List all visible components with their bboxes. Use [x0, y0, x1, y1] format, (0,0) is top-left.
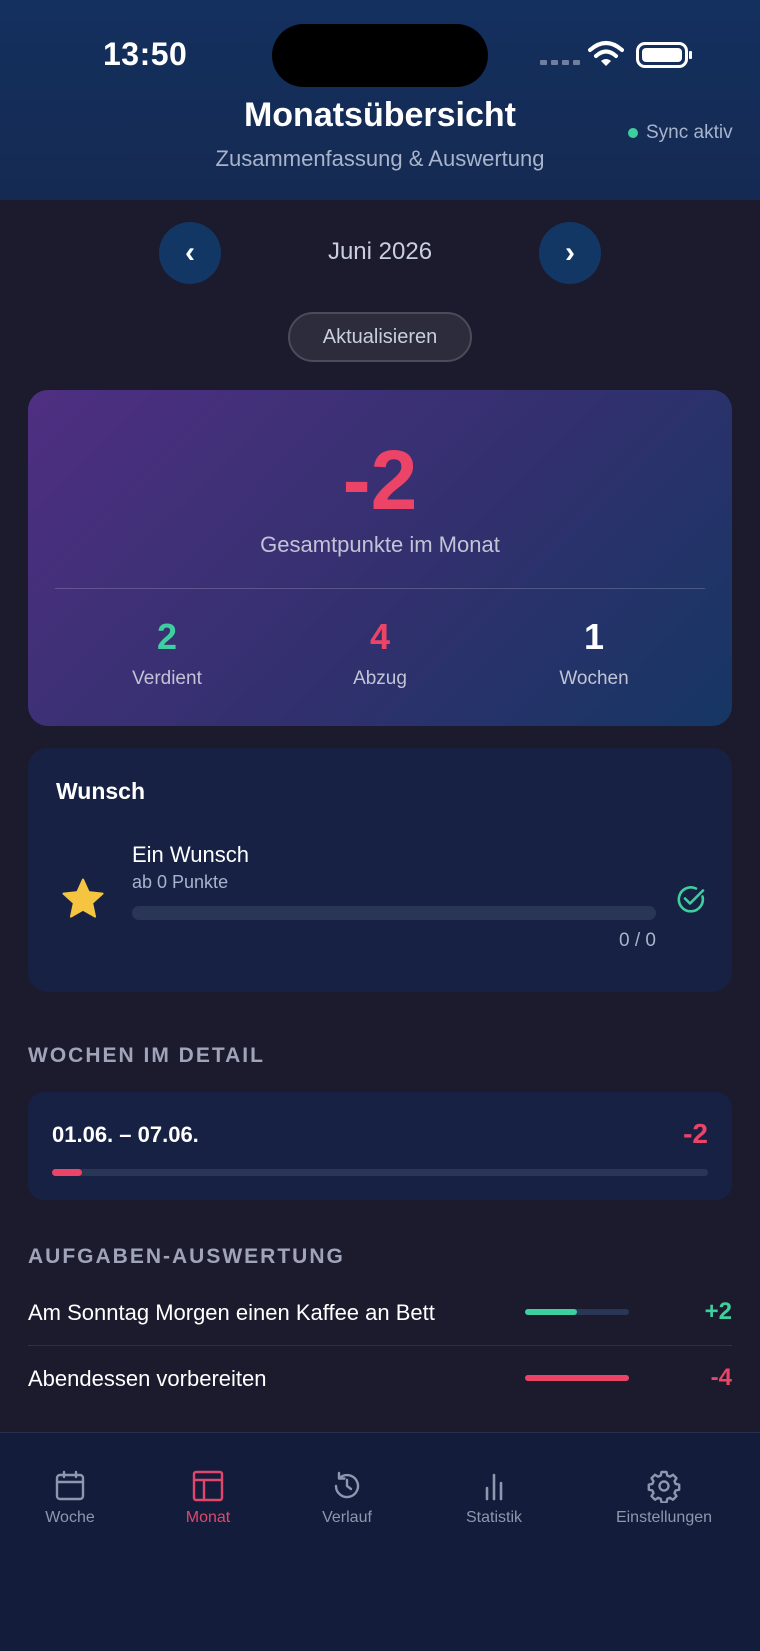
- calendar-icon: [55, 1470, 85, 1501]
- stat-earned-label: Verdient: [132, 668, 202, 689]
- cellular-signal-icon: [540, 60, 580, 65]
- task-row[interactable]: Am Sonntag Morgen einen Kaffee an Bett +…: [28, 1280, 732, 1346]
- gear-icon: [647, 1470, 681, 1503]
- wifi-icon: [588, 41, 624, 66]
- week-progress-fill: [52, 1169, 82, 1176]
- tab-einstellungen-label: Einstellungen: [615, 1509, 713, 1526]
- task-points: +2: [704, 1298, 732, 1325]
- sync-status: Sync aktiv: [628, 122, 733, 144]
- week-progress-bar: [52, 1169, 708, 1176]
- wish-threshold: ab 0 Punkte: [132, 872, 229, 892]
- wish-card[interactable]: Wunsch Ein Wunsch ab 0 Punkte 0 / 0: [28, 748, 732, 992]
- stat-deduction: 4 Abzug: [280, 616, 480, 690]
- wish-section-title: Wunsch: [56, 778, 146, 804]
- battery-icon: [636, 42, 692, 68]
- status-bar-time: 13:50: [103, 36, 188, 72]
- weeks-section-title: WOCHEN IM DETAIL: [28, 1044, 265, 1067]
- stat-earned: 2 Verdient: [67, 616, 267, 690]
- tab-verlauf-label: Verlauf: [322, 1509, 372, 1526]
- sync-dot-icon: [628, 128, 638, 138]
- stat-deduction-label: Abzug: [353, 668, 407, 689]
- page-subtitle: Zusammenfassung & Auswertung: [215, 146, 545, 171]
- task-progress-bar: [525, 1375, 629, 1381]
- stat-weeks: 1 Wochen: [494, 616, 694, 690]
- wish-progress-text: 0 / 0: [619, 930, 656, 951]
- week-points: -2: [683, 1118, 708, 1149]
- stat-weeks-value: 1: [583, 616, 605, 657]
- total-points: -2: [342, 433, 418, 527]
- refresh-button[interactable]: Aktualisieren: [288, 312, 472, 362]
- tab-statistik[interactable]: Statistik: [409, 1469, 579, 1527]
- star-icon: [62, 878, 104, 918]
- next-month-button[interactable]: ›: [539, 222, 601, 284]
- wish-name: Ein Wunsch: [132, 842, 249, 867]
- app-header: 13:50 Monatsübersicht Zusammenfassung & …: [0, 0, 760, 200]
- tab-statistik-label: Statistik: [465, 1509, 522, 1526]
- sync-label: Sync aktiv: [646, 122, 733, 143]
- task-progress-fill: [525, 1309, 577, 1315]
- task-row[interactable]: Abendessen vorbereiten -4: [28, 1346, 732, 1412]
- total-points-label: Gesamtpunkte im Monat: [260, 532, 500, 557]
- week-range: 01.06. – 07.06.: [52, 1122, 199, 1147]
- task-points: -4: [710, 1364, 732, 1391]
- stat-earned-value: 2: [156, 616, 178, 657]
- bar-chart-icon: [485, 1473, 503, 1501]
- task-progress-bar: [525, 1309, 629, 1315]
- tab-verlauf[interactable]: Verlauf: [262, 1469, 432, 1527]
- month-layout-icon: [192, 1470, 224, 1502]
- tab-bar: Woche Monat Verlauf Statistik Einstellun…: [0, 1432, 760, 1651]
- history-icon: [334, 1471, 360, 1499]
- stat-weeks-label: Wochen: [559, 668, 629, 689]
- task-name: Abendessen vorbereiten: [28, 1366, 267, 1391]
- tab-einstellungen[interactable]: Einstellungen: [579, 1469, 749, 1527]
- task-name: Am Sonntag Morgen einen Kaffee an Bett: [28, 1300, 435, 1325]
- week-card[interactable]: 01.06. – 07.06. -2: [28, 1092, 732, 1200]
- month-label: Juni 2026: [327, 238, 433, 265]
- check-circle-icon: [677, 886, 705, 913]
- tasks-section-title: AUFGABEN-AUSWERTUNG: [28, 1245, 345, 1268]
- summary-divider: [55, 588, 705, 589]
- wish-progress-bar: [132, 906, 656, 920]
- summary-card: -2 Gesamtpunkte im Monat 2 Verdient 4 Ab…: [28, 390, 732, 726]
- stat-deduction-value: 4: [369, 616, 391, 657]
- dynamic-island: [272, 24, 488, 87]
- task-progress-fill: [525, 1375, 629, 1381]
